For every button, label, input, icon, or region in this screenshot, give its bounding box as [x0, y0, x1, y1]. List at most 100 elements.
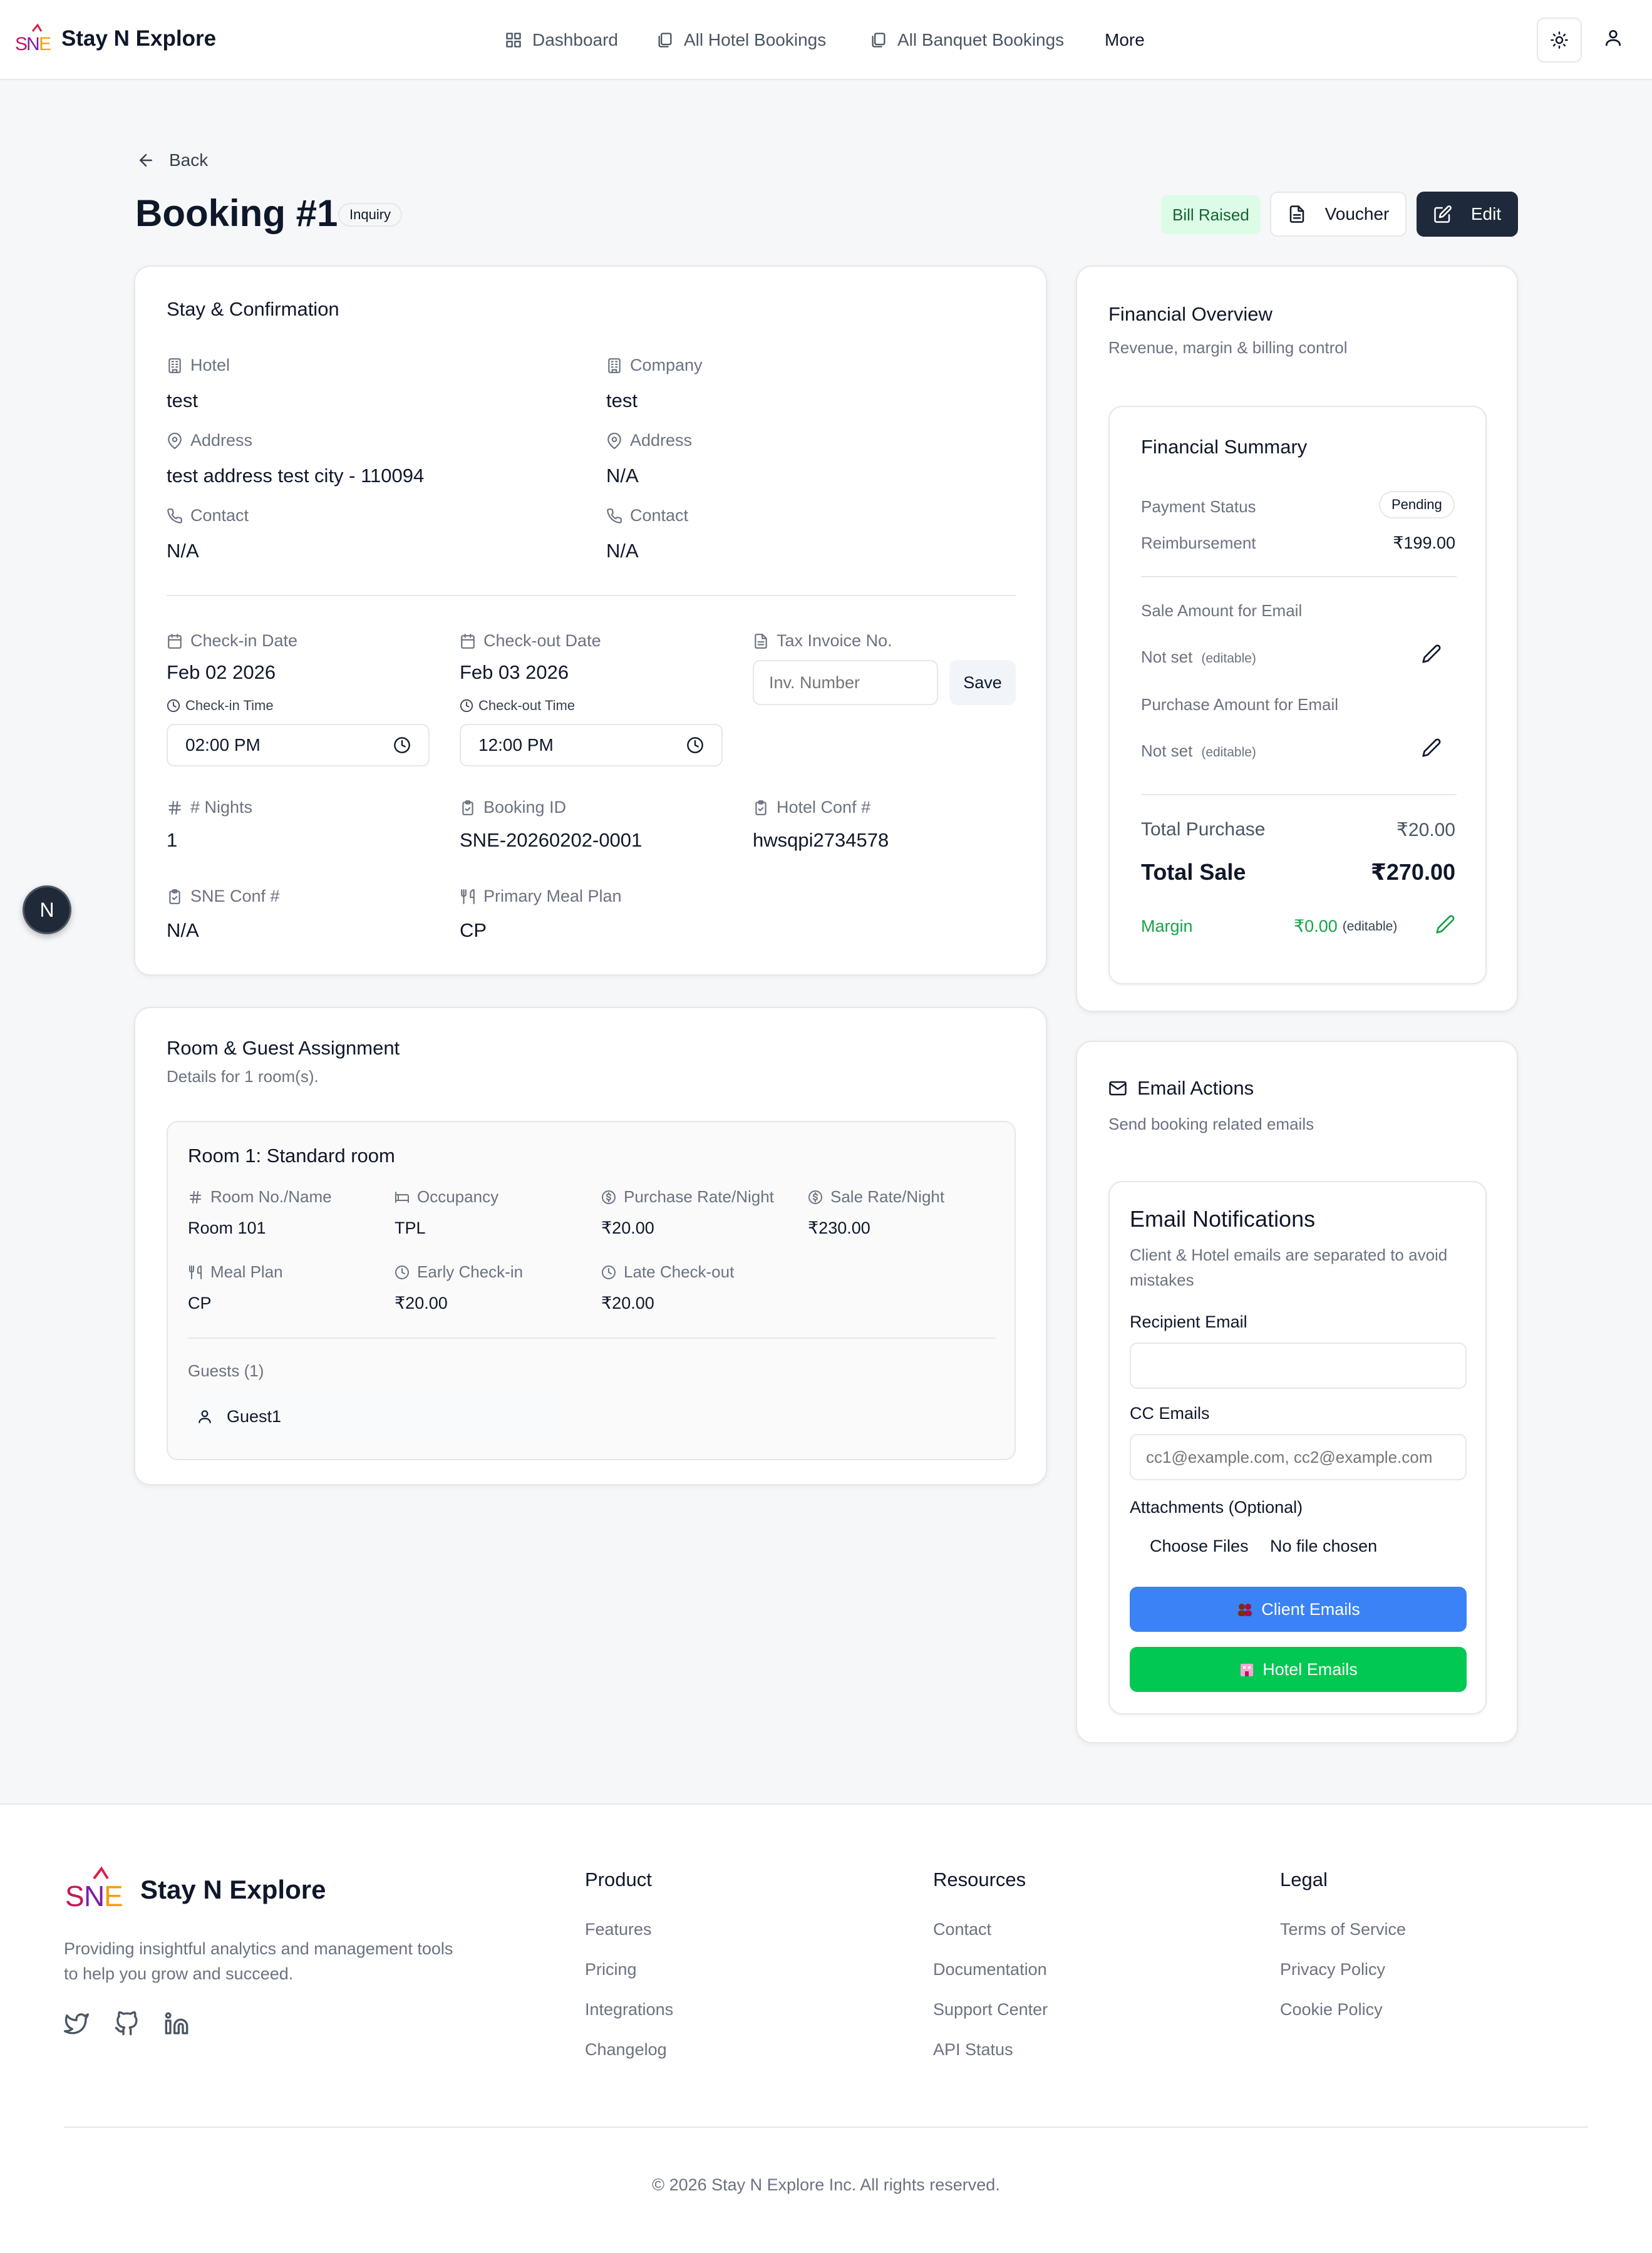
twitter-link[interactable] — [64, 2011, 89, 2036]
margin-value: ₹0.00 (editable) — [1294, 917, 1398, 936]
payment-status-label: Payment Status — [1141, 497, 1256, 516]
cc-emails-label: CC Emails — [1130, 1404, 1210, 1423]
meal-plan-value: CP — [460, 919, 487, 941]
recipient-email-input[interactable] — [1130, 1343, 1467, 1389]
purchase-email-value: Not set (editable) — [1141, 741, 1256, 760]
checkin-time-input[interactable]: 02:00 PM — [167, 724, 430, 766]
theme-toggle-button[interactable] — [1537, 18, 1582, 63]
booking-id-label: Booking ID — [460, 798, 566, 817]
total-purchase-label: Total Purchase — [1141, 819, 1266, 840]
payment-status-badge: Pending — [1379, 491, 1455, 518]
clipboard-check-icon — [169, 889, 180, 904]
tax-invoice-input[interactable] — [753, 660, 938, 705]
edit-margin-button[interactable] — [1435, 914, 1455, 934]
room-no-value: Room 101 — [188, 1219, 266, 1237]
save-button[interactable]: Save — [949, 660, 1016, 705]
footer-link-terms[interactable]: Terms of Service — [1280, 1920, 1406, 1939]
late-checkout-label: Late Check-out — [601, 1262, 734, 1282]
card-title: Stay & Confirmation — [167, 298, 339, 320]
card-title: Email Actions — [1137, 1077, 1254, 1099]
clipboard-check-icon — [462, 800, 473, 815]
financial-summary-panel: Financial Summary Payment Status Pending… — [1108, 406, 1487, 984]
guest-name: Guest1 — [227, 1406, 282, 1426]
brand-logo[interactable]: S N E Stay N Explore — [14, 23, 216, 55]
edit-button[interactable]: Edit — [1417, 192, 1518, 237]
email-actions-title-row: Email Actions — [1108, 1077, 1254, 1100]
footer-divider — [64, 2127, 1588, 2128]
footer-link-documentation[interactable]: Documentation — [933, 1960, 1047, 1979]
nav-all-banquet-bookings[interactable]: All Banquet Bookings — [870, 26, 1064, 54]
divider — [188, 1338, 996, 1339]
nav-more-label: More — [1105, 30, 1145, 49]
footer-brand[interactable]: S N E Stay N Explore — [64, 1866, 326, 1914]
reimbursement-value: ₹199.00 — [1393, 534, 1455, 552]
building-icon — [608, 358, 621, 373]
choose-files-button[interactable]: Choose Files — [1150, 1537, 1249, 1556]
footer-link-changelog[interactable]: Changelog — [585, 2040, 667, 2060]
brand-name: Stay N Explore — [61, 26, 217, 51]
edit-icon — [1434, 205, 1452, 223]
bookings-icon — [658, 33, 672, 48]
nav-more[interactable]: More — [1105, 26, 1145, 54]
clock-icon — [602, 1265, 616, 1279]
email-notifications-subtitle: Client & Hotel emails are separated to a… — [1130, 1245, 1448, 1289]
early-checkin-label: Early Check-in — [395, 1262, 523, 1282]
hotel-conf-label: Hotel Conf # — [753, 798, 870, 817]
footer-link-support-center[interactable]: Support Center — [933, 2000, 1048, 2019]
user-menu-button[interactable] — [1603, 28, 1623, 48]
purchase-rate-label: Purchase Rate/Night — [601, 1187, 774, 1207]
card-subtitle: Details for 1 room(s). — [167, 1067, 319, 1086]
clock-icon[interactable] — [393, 736, 411, 754]
early-checkin-value: ₹20.00 — [395, 1294, 448, 1312]
checkout-time-input[interactable]: 12:00 PM — [460, 724, 723, 766]
voucher-label: Voucher — [1324, 204, 1390, 224]
voucher-button[interactable]: Voucher — [1270, 192, 1407, 237]
footer-link-api-status[interactable]: API Status — [933, 2040, 1013, 2060]
clipboard-check-icon — [755, 800, 767, 815]
map-pin-icon — [168, 432, 182, 449]
file-text-icon — [1289, 205, 1304, 223]
footer-tagline: Providing insightful analytics and manag… — [64, 1939, 453, 1983]
footer-link-cookie[interactable]: Cookie Policy — [1280, 2000, 1383, 2019]
total-sale-label: Total Sale — [1141, 859, 1246, 885]
linkedin-link[interactable] — [164, 2011, 189, 2036]
hotel-icon — [1241, 1664, 1254, 1676]
edit-purchase-email-button[interactable] — [1422, 738, 1442, 758]
company-label: Company — [606, 356, 703, 375]
github-link[interactable] — [114, 2011, 139, 2036]
cc-emails-input[interactable] — [1130, 1434, 1467, 1480]
client-emails-button[interactable]: Client Emails — [1130, 1587, 1467, 1632]
nav-hotel-label: All Hotel Bookings — [684, 30, 827, 49]
nav-all-hotel-bookings[interactable]: All Hotel Bookings — [656, 26, 826, 54]
footer-col-title: Legal — [1280, 1869, 1328, 1890]
clock-icon — [167, 699, 180, 713]
calendar-icon — [461, 633, 475, 649]
nav-dashboard[interactable]: Dashboard — [505, 26, 618, 54]
phone-icon — [607, 508, 622, 523]
divider — [167, 595, 1016, 596]
dollar-circle-icon — [808, 1190, 822, 1204]
nights-label: # Nights — [167, 798, 252, 817]
guests-label: Guests (1) — [188, 1361, 264, 1380]
footer-link-features[interactable]: Features — [585, 1920, 652, 1939]
room-guest-card: Room & Guest Assignment Details for 1 ro… — [134, 1007, 1047, 1485]
footer-copyright: © 2026 Stay N Explore Inc. All rights re… — [652, 2175, 1000, 2194]
occupancy-label: Occupancy — [395, 1187, 498, 1207]
svg-text:E: E — [104, 1880, 123, 1912]
checkout-date-value: Feb 03 2026 — [460, 661, 569, 683]
footer-link-integrations[interactable]: Integrations — [585, 2000, 673, 2019]
footer-col-title: Resources — [933, 1869, 1026, 1890]
card-title: Financial Overview — [1108, 303, 1273, 325]
back-label: Back — [169, 150, 209, 170]
floating-dev-badge[interactable]: N — [23, 885, 71, 934]
bill-raised-badge: Bill Raised — [1161, 195, 1261, 234]
clock-icon[interactable] — [686, 736, 704, 754]
footer-link-privacy[interactable]: Privacy Policy — [1280, 1960, 1385, 1979]
hash-icon — [168, 800, 181, 815]
footer-link-contact[interactable]: Contact — [933, 1920, 991, 1939]
sale-email-value: Not set (editable) — [1141, 647, 1256, 666]
edit-sale-email-button[interactable] — [1422, 644, 1442, 664]
footer-link-pricing[interactable]: Pricing — [585, 1960, 637, 1979]
back-link[interactable]: Back — [137, 150, 208, 170]
hotel-emails-button[interactable]: Hotel Emails — [1130, 1647, 1467, 1692]
